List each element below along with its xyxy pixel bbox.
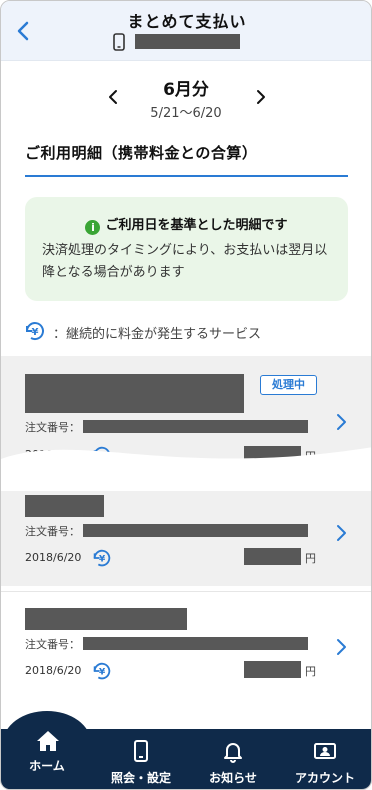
tab-inquiry-settings[interactable]: 照会・設定 <box>97 729 185 789</box>
header: まとめて支払い <box>1 1 371 61</box>
recurring-yen-icon: ¥ <box>93 662 111 680</box>
tab-home[interactable]: ホーム <box>3 713 91 789</box>
chevron-right-icon[interactable] <box>334 523 348 543</box>
legend-text: ：継続的に料金が発生するサービス <box>53 327 262 342</box>
tab-label: 照会・設定 <box>110 771 171 785</box>
smartphone-icon <box>113 33 125 51</box>
masked-order-number <box>83 637 308 650</box>
list-item[interactable]: 注文番号： 2018/6/20 ¥ 円 <box>1 591 371 701</box>
currency-suffix: 円 <box>305 665 316 678</box>
notice-heading-text: ご利用日を基準とした明細です <box>105 218 288 233</box>
usage-date: 2018/6/20 <box>25 664 82 677</box>
masked-service-name <box>25 608 187 630</box>
recurring-yen-icon: ¥ <box>26 322 44 341</box>
next-month-icon[interactable] <box>253 87 269 107</box>
section-title: ご利用明細（携帯料金との合算） <box>25 144 258 162</box>
order-number-label: 注文番号： <box>25 638 80 651</box>
notice-box: i ご利用日を基準とした明細です 決済処理のタイミングにより、お支払いは翌月以降と… <box>25 197 348 301</box>
masked-amount <box>244 661 301 678</box>
notice-heading: i ご利用日を基準とした明細です <box>25 214 348 235</box>
tab-label: ホーム <box>29 759 65 773</box>
masked-service-name <box>25 374 244 413</box>
month-label: 6月分 <box>163 80 209 100</box>
month-range: 5/21〜6/20 <box>150 106 222 121</box>
section-divider <box>25 175 348 177</box>
masked-amount <box>244 548 301 565</box>
chevron-right-icon[interactable] <box>334 637 348 657</box>
info-icon: i <box>85 220 101 235</box>
svg-text:¥: ¥ <box>99 554 106 565</box>
chevron-right-icon[interactable] <box>334 412 348 432</box>
recurring-yen-icon: ¥ <box>93 549 111 567</box>
page-title: まとめて支払い <box>127 12 247 31</box>
masked-order-number <box>83 420 308 433</box>
order-number-label: 注文番号： <box>25 421 80 434</box>
legend: ¥ ：継続的に料金が発生するサービス <box>23 319 343 343</box>
masked-order-number <box>83 524 308 537</box>
app-frame: まとめて支払い 6月分 5/21〜6/20 ご利用明細（携帯料金との合算） iご… <box>0 0 372 790</box>
bell-icon <box>224 743 242 763</box>
svg-text:¥: ¥ <box>32 327 39 338</box>
masked-phone-number <box>135 34 240 49</box>
notice-body: 決済処理のタイミングにより、お支払いは翌月以降となる場合があります <box>42 243 328 280</box>
usage-date: 2018/6/20 <box>25 551 82 564</box>
month-navigator: 6月分 5/21〜6/20 <box>1 69 371 125</box>
masked-service-name <box>25 495 104 517</box>
tab-notices[interactable]: お知らせ <box>189 729 277 789</box>
order-number-label: 注文番号： <box>25 525 80 538</box>
account-card-icon <box>314 743 336 759</box>
tab-label: アカウント <box>294 771 355 785</box>
home-icon <box>37 731 59 751</box>
svg-text:¥: ¥ <box>99 667 106 678</box>
list-item[interactable]: 注文番号： 2018/6/20 ¥ 円 <box>1 491 371 586</box>
tab-label: お知らせ <box>209 771 257 785</box>
smartphone-icon <box>134 740 148 762</box>
currency-suffix: 円 <box>305 552 316 565</box>
tab-account[interactable]: アカウント <box>281 729 369 789</box>
status-badge: 処理中 <box>260 375 317 395</box>
